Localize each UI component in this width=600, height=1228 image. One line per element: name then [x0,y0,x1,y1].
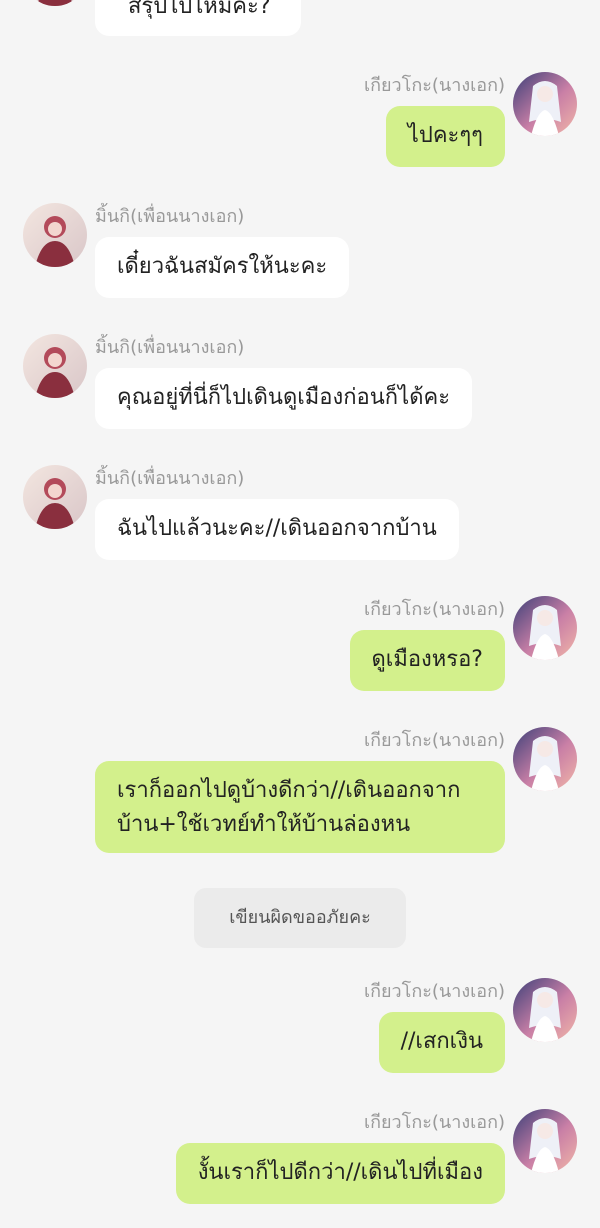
avatar[interactable] [513,1109,577,1173]
message-bubble[interactable]: ไปคะๆๆ [385,106,505,167]
message-text: ฉันไปแล้วนะคะ//เดินออกจากบ้าน [117,516,437,541]
message-text: ไปคะๆๆ [407,123,483,148]
system-notice: เขียนผิดขออภัยคะ [194,888,406,948]
message-bubble[interactable]: ฉันไปแล้วนะคะ//เดินออกจากบ้าน [95,499,459,560]
message-text: ดูเมืองหรอ? [371,647,483,672]
avatar[interactable] [513,978,577,1042]
message-text-line: เราก็ออกไปดูบ้างดีกว่า//เดินออกจาก [117,778,461,803]
avatar[interactable] [23,334,87,398]
message-bubble[interactable]: คุณอยู่ที่นี่ก็ไปเดินดูเมืองก่อนก็ได้คะ [95,368,473,429]
sender-name: เกียวโกะ(นางเอก) [363,75,505,96]
message-text: งั้นเราก็ไปดีกว่า//เดินไปที่เมือง [197,1160,483,1185]
avatar[interactable] [23,465,87,529]
avatar[interactable] [513,727,577,791]
message-text: เดี๋ยวฉันสมัครให้นะคะ [117,254,328,279]
message-bubble[interactable]: //เสกเงิน [378,1012,505,1073]
message-text: คุณอยู่ที่นี่ก็ไปเดินดูเมืองก่อนก็ได้คะ [117,385,451,410]
message-text: //เสกเงิน [400,1029,483,1054]
message-bubble[interactable]: เดี๋ยวฉันสมัครให้นะคะ [95,237,350,298]
avatar[interactable] [23,203,87,267]
avatar[interactable] [23,0,87,6]
message-text-line: บ้าน+ใช้เวทย์ทำให้บ้านล่องหน [117,812,411,837]
message-bubble[interactable]: งั้นเราก็ไปดีกว่า//เดินไปที่เมือง [175,1143,505,1204]
sender-name: เกียวโกะ(นางเอก) [363,599,505,620]
avatar[interactable] [513,596,577,660]
message-bubble[interactable]: ดูเมืองหรอ? [349,630,505,691]
sender-name: เกียวโกะ(นางเอก) [363,981,505,1002]
message-bubble[interactable]: เราก็ออกไปดูบ้างดีกว่า//เดินออกจาก บ้าน+… [95,761,505,853]
sender-name: มิ้นกิ(เพื่อนนางเอก) [95,206,245,227]
sender-name: เกียวโกะ(นางเอก) [363,730,505,751]
chat-area: สรุปไปไหมคะ? เกียวโกะ(นางเอก) ไปคะๆๆ มิ้… [0,0,600,1228]
sender-name: เกียวโกะ(นางเอก) [363,1112,505,1133]
avatar[interactable] [513,72,577,136]
sender-name: มิ้นกิ(เพื่อนนางเอก) [95,337,245,358]
sender-name: มิ้นกิ(เพื่อนนางเอก) [95,468,245,489]
message-bubble[interactable]: สรุปไปไหมคะ? [95,0,301,36]
